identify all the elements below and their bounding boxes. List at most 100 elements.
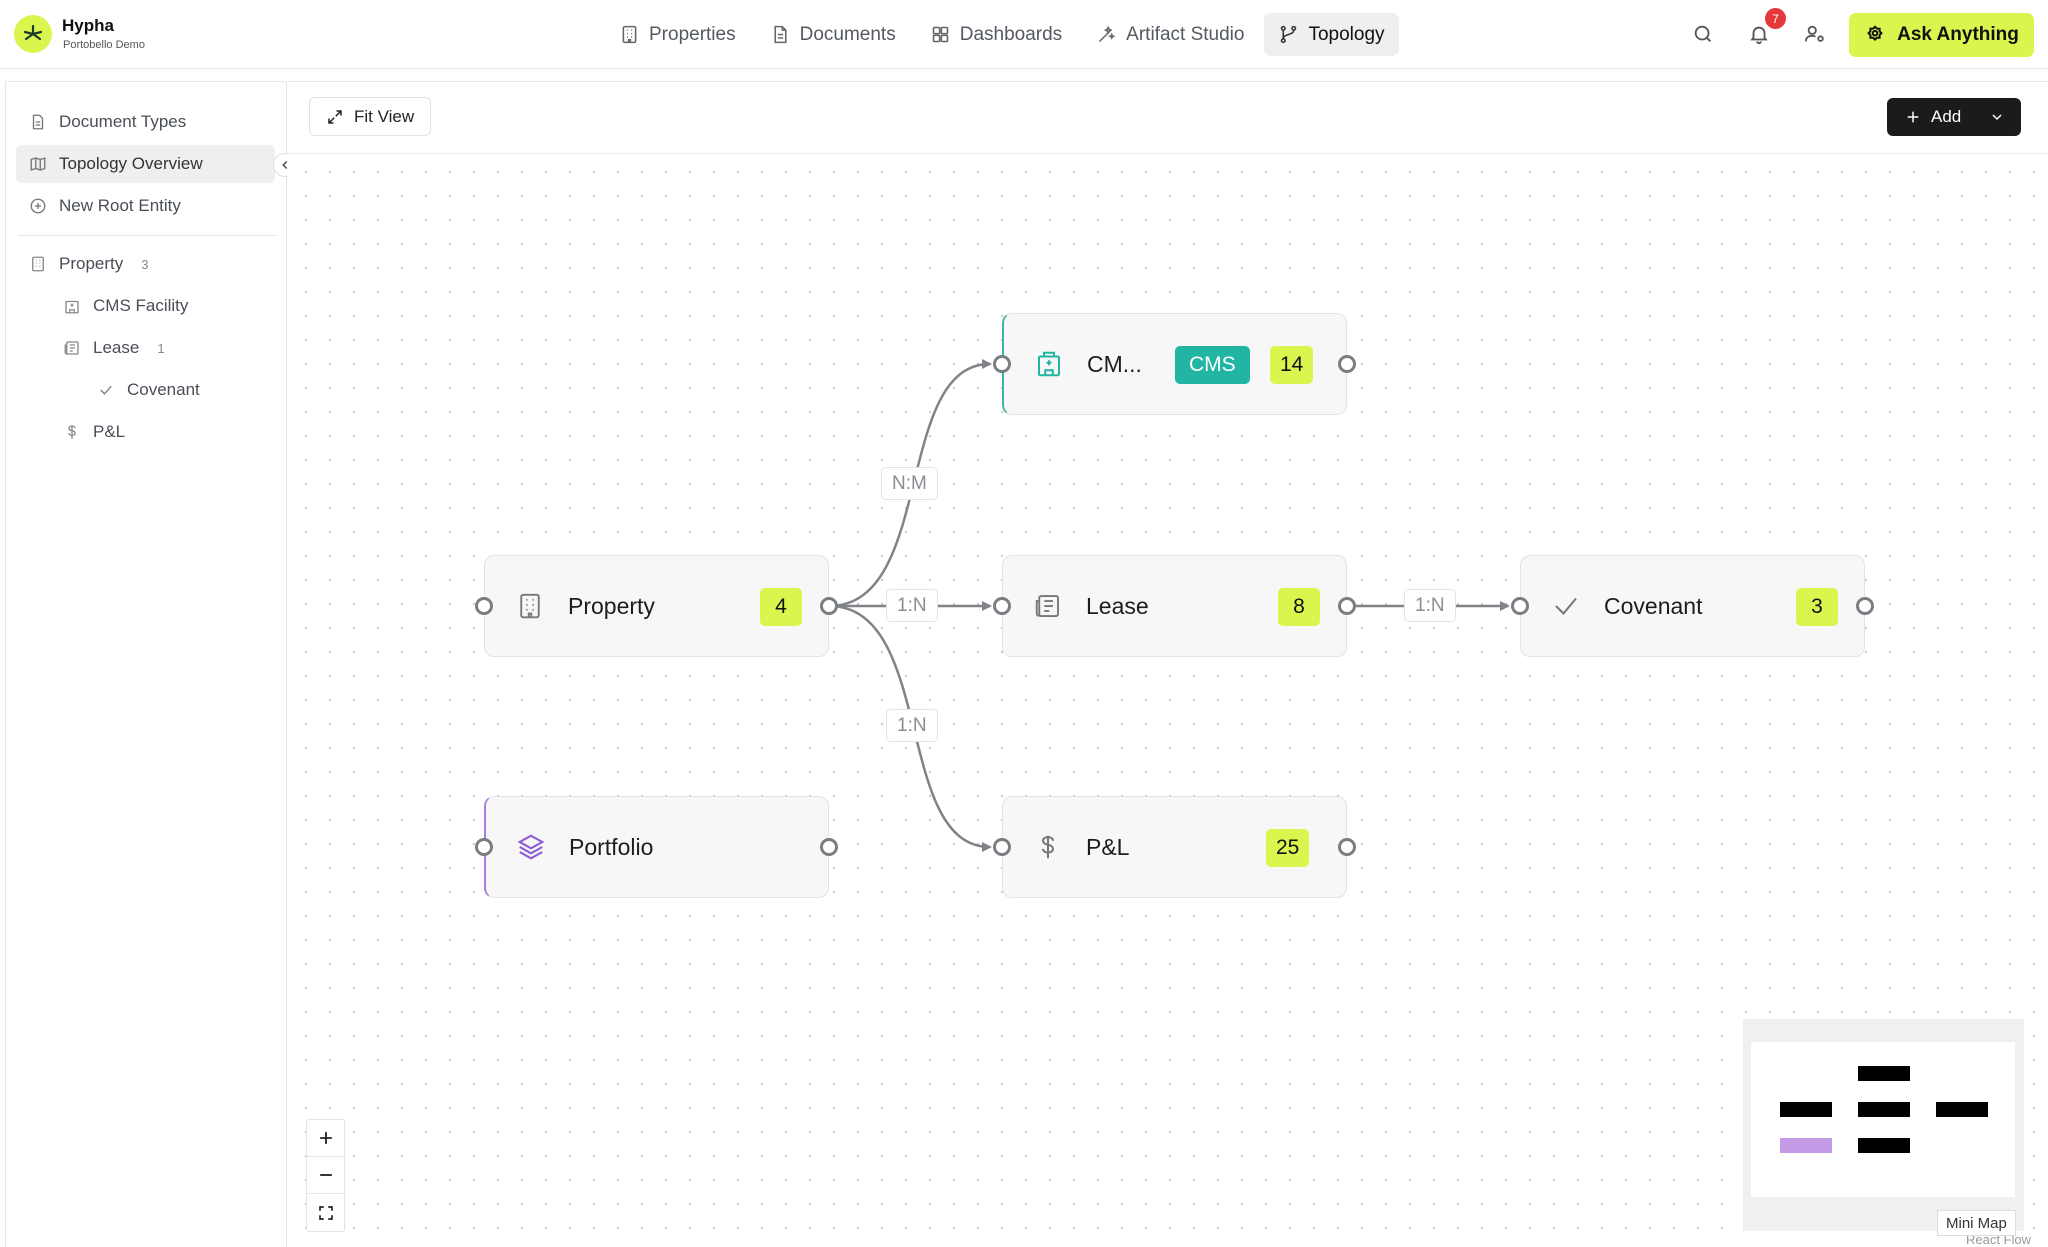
minus-icon	[319, 1174, 332, 1176]
node-pnl-source-handle[interactable]	[1338, 838, 1356, 856]
plus-circle-icon	[30, 198, 46, 214]
node-count-badge: 25	[1266, 829, 1310, 867]
tree-item-count: 3	[141, 256, 149, 272]
nav-label: Artifact Studio	[1126, 23, 1245, 45]
tree-item-label: Property	[59, 254, 124, 273]
edge-label-property-pnl[interactable]: 1:N	[886, 709, 938, 742]
building-icon	[32, 256, 44, 272]
nav-artifact-studio[interactable]: Artifact Studio	[1082, 13, 1258, 56]
sidebar-item-label: New Root Entity	[59, 196, 181, 215]
node-title: Lease	[1086, 593, 1149, 619]
node-count-badge: 4	[760, 588, 802, 626]
hypha-logo-icon[interactable]	[14, 15, 52, 53]
brand-name: Hypha	[62, 16, 114, 35]
nav-documents[interactable]: Documents	[756, 13, 910, 56]
tree-item-cms-facility[interactable]: CMS Facility	[61, 287, 188, 325]
fit-view-button[interactable]: Fit View	[309, 97, 432, 136]
node-lease[interactable]: Lease 8	[1002, 555, 1347, 657]
ask-anything-label: Ask Anything	[1897, 24, 2019, 45]
nav-label: Topology	[1308, 23, 1385, 45]
minimap-label: Mini Map	[1937, 1210, 2016, 1236]
fullscreen-icon	[318, 1205, 333, 1220]
sidebar-item-label: Topology Overview	[59, 154, 203, 173]
layers-icon	[517, 834, 545, 860]
node-title: Covenant	[1604, 593, 1703, 619]
chevron-down-icon[interactable]	[1989, 109, 2005, 125]
fit-screen-button[interactable]	[307, 1194, 344, 1231]
canvas-toolbar	[288, 82, 2048, 154]
hospital-icon	[1038, 351, 1060, 377]
node-covenant-source-handle[interactable]	[1856, 597, 1874, 615]
node-count-badge: 14	[1270, 346, 1314, 384]
zoom-in-button[interactable]	[307, 1120, 344, 1157]
nav-topology[interactable]: Topology	[1264, 13, 1399, 56]
minimap-node-cms	[1858, 1066, 1910, 1081]
main-nav: Properties Documents Dashboards Artifact…	[605, 13, 1399, 56]
node-title: Property	[568, 593, 655, 619]
node-pnl[interactable]: P&L 25	[1002, 796, 1347, 898]
node-portfolio[interactable]: Portfolio	[484, 796, 829, 898]
node-cms-source-handle[interactable]	[1338, 355, 1356, 373]
minimap-node-portfolio	[1780, 1138, 1832, 1153]
node-tag-badge: CMS	[1175, 346, 1250, 384]
top-bar: Hypha Portobello Demo Properties Documen…	[0, 0, 2048, 69]
node-property-source-handle[interactable]	[820, 597, 838, 615]
user-settings-icon[interactable]	[1801, 20, 1829, 48]
zoom-out-button[interactable]	[307, 1157, 344, 1194]
node-portfolio-source-handle[interactable]	[820, 838, 838, 856]
tree-item-lease[interactable]: Lease 1	[61, 329, 165, 367]
edge-label-property-lease[interactable]: 1:N	[886, 589, 938, 622]
minimap-node-pnl	[1858, 1138, 1910, 1153]
tree-item-count: 1	[157, 340, 165, 356]
edge-label-lease-covenant[interactable]: 1:N	[1404, 589, 1456, 622]
zoom-controls	[306, 1119, 345, 1232]
node-count-badge: 8	[1278, 588, 1320, 626]
node-cms-target-handle[interactable]	[993, 355, 1011, 373]
newspaper-icon	[64, 341, 79, 355]
tree-item-label: Lease	[93, 338, 140, 357]
add-button[interactable]: Add	[1887, 98, 2021, 136]
node-title: P&L	[1086, 834, 1130, 860]
hospital-icon	[65, 300, 79, 314]
minimap-node-property	[1780, 1102, 1832, 1117]
node-property-target-handle[interactable]	[475, 597, 493, 615]
nav-label: Properties	[649, 23, 736, 45]
expand-icon	[328, 109, 342, 124]
nav-properties[interactable]: Properties	[605, 13, 750, 56]
ask-anything-button[interactable]: Ask Anything	[1849, 13, 2034, 57]
node-cms-facility[interactable]: CM... CMS 14	[1002, 313, 1347, 415]
plus-icon	[1907, 111, 1919, 123]
minimap-node-covenant	[1936, 1102, 1988, 1117]
plus-icon	[319, 1132, 332, 1144]
node-title: Portfolio	[569, 834, 654, 860]
check-icon	[1555, 597, 1577, 615]
sidebar-item-new-root-entity[interactable]: New Root Entity	[27, 187, 272, 225]
search-icon[interactable]	[1689, 20, 1717, 48]
sidebar-item-topology-overview[interactable]: Topology Overview	[16, 145, 275, 183]
newspaper-icon	[1035, 595, 1059, 617]
node-portfolio-target-handle[interactable]	[475, 838, 493, 856]
node-property[interactable]: Property 4	[484, 555, 829, 657]
node-covenant[interactable]: Covenant 3	[1520, 555, 1865, 657]
tree-item-label: Covenant	[127, 380, 200, 399]
node-lease-source-handle[interactable]	[1338, 597, 1356, 615]
node-lease-target-handle[interactable]	[993, 597, 1011, 615]
document-icon	[32, 114, 44, 130]
tree-item-property[interactable]: Property 3	[27, 245, 148, 283]
nav-label: Dashboards	[959, 23, 1063, 45]
git-branch-icon	[1281, 25, 1297, 44]
dollar-icon	[1041, 835, 1055, 859]
tree-item-covenant[interactable]: Covenant	[95, 371, 200, 409]
node-covenant-target-handle[interactable]	[1511, 597, 1529, 615]
tree-item-label: CMS Facility	[93, 296, 189, 315]
dollar-icon	[68, 425, 76, 439]
edge-label-property-cms[interactable]: N:M	[881, 467, 938, 500]
notification-badge: 7	[1765, 8, 1786, 29]
nav-dashboards[interactable]: Dashboards	[916, 13, 1076, 56]
sidebar-item-label: Document Types	[59, 112, 187, 131]
sidebar-item-document-types[interactable]: Document Types	[27, 103, 272, 141]
map-icon	[30, 157, 46, 171]
node-pnl-target-handle[interactable]	[993, 838, 1011, 856]
tree-item-pnl[interactable]: P&L	[61, 413, 125, 451]
check-icon	[100, 385, 112, 395]
